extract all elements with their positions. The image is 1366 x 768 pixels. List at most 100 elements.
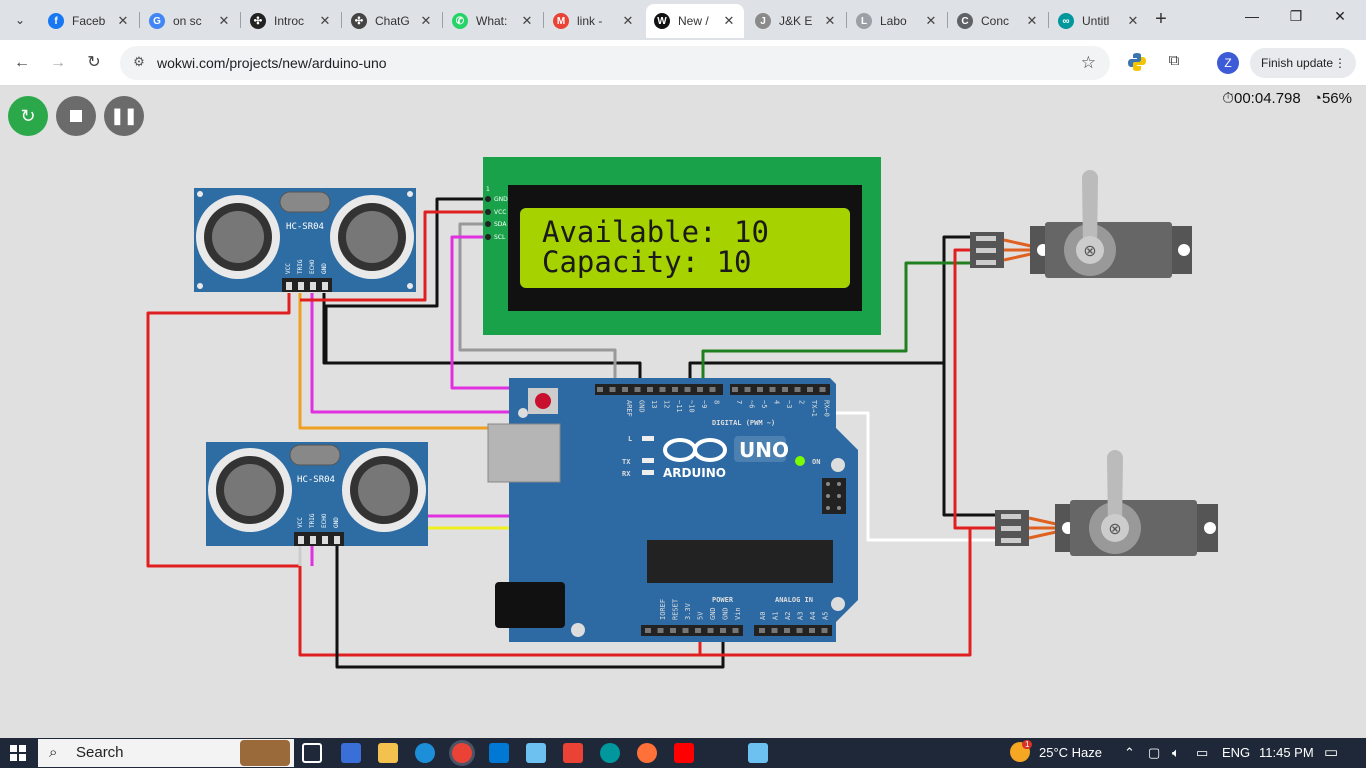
servo-motor-2[interactable]: ⊗: [995, 450, 1218, 556]
browser-tab[interactable]: L Labo ✕: [848, 4, 946, 38]
openai-icon: ✣: [351, 13, 367, 29]
arduino-uno-board[interactable]: DIGITAL (PWM ~) POWER ANALOG IN L TX RX …: [487, 378, 858, 642]
sensor2-pin-echo: ECHO: [321, 513, 328, 528]
weather-text[interactable]: 25°C Haze: [1039, 745, 1102, 760]
taskbar-search-box[interactable]: ⌕ Search: [38, 739, 294, 767]
gmail-icon[interactable]: [563, 743, 583, 763]
close-tab-icon[interactable]: ✕: [1126, 13, 1140, 29]
youtube-icon[interactable]: [674, 743, 694, 763]
servo1-screw-icon: ⊗: [1083, 243, 1096, 260]
extensions-puzzle-icon[interactable]: ⧉: [1163, 52, 1185, 74]
meet-now-icon[interactable]: ▢: [1148, 745, 1160, 761]
windows-start-icon[interactable]: [10, 745, 26, 761]
circuit-diagram: HC-SR04 VCC TRIG ECHO GND HC-SR04 VCC TR…: [146, 157, 1218, 669]
arduino-digital-pin-label: ~6: [748, 400, 756, 408]
browser-toolbar: ← → ↻ ⚙ wokwi.com/projects/new/arduino-u…: [0, 40, 1366, 86]
edge-icon[interactable]: [415, 743, 435, 763]
arduino-analog-pin-label: A5: [822, 612, 830, 620]
sensor1-pin-gnd: GND: [321, 263, 328, 274]
ultrasonic-sensor-2[interactable]: HC-SR04 VCC TRIG ECHO GND: [206, 442, 428, 546]
minimize-button[interactable]: —: [1240, 8, 1264, 32]
site-info-icon[interactable]: ⚙: [130, 54, 148, 72]
tab-separator: [947, 12, 948, 28]
url-text[interactable]: wokwi.com/projects/new/arduino-uno: [157, 55, 387, 71]
browser-tab[interactable]: Gon sc ✕: [141, 4, 239, 38]
lcd-pin-sda: SDA: [494, 221, 507, 228]
browser-tab[interactable]: ∞ Untitl ✕: [1050, 4, 1148, 38]
browser-tab[interactable]: ✣ Introc ✕: [242, 4, 340, 38]
language-indicator[interactable]: ENG: [1222, 745, 1250, 760]
browser-tab[interactable]: W New / ✕: [646, 4, 744, 38]
arduino-icon: ∞: [1058, 13, 1074, 29]
notifications-icon[interactable]: ▭: [1324, 743, 1338, 761]
close-tab-icon[interactable]: ✕: [621, 13, 635, 29]
led-l-label: L: [628, 435, 632, 443]
tab-separator: [846, 12, 847, 28]
kebab-menu-icon[interactable]: ⋮: [1334, 48, 1346, 78]
close-tab-icon[interactable]: ✕: [823, 13, 837, 29]
bookmark-star-icon[interactable]: ☆: [1081, 53, 1096, 73]
led-tx-label: TX: [622, 458, 631, 466]
close-tab-icon[interactable]: ✕: [1025, 13, 1039, 29]
close-tab-icon[interactable]: ✕: [722, 13, 736, 29]
arduino-digital-pin-label: TX→1: [810, 400, 818, 417]
lcd-line-1: Available: 10: [542, 215, 769, 249]
close-tab-icon[interactable]: ✕: [217, 13, 231, 29]
firefox-icon[interactable]: [637, 743, 657, 763]
arduino-digital-pin-label: ~9: [700, 400, 708, 408]
browser-tab[interactable]: C Conc ✕: [949, 4, 1047, 38]
volume-icon[interactable]: 🔈︎: [1172, 745, 1180, 761]
browser-tab[interactable]: ✣ ChatG ✕: [343, 4, 441, 38]
close-window-button[interactable]: ✕: [1328, 8, 1352, 32]
finish-update-button[interactable]: Finish update ⋮: [1250, 48, 1356, 78]
browser-tab[interactable]: Mlink - ✕: [545, 4, 643, 38]
close-tab-icon[interactable]: ✕: [318, 13, 332, 29]
chrome-icon[interactable]: [452, 743, 472, 763]
tab-title: Introc: [274, 14, 305, 28]
tab-search-chevron-icon[interactable]: ⌄: [6, 6, 34, 34]
close-tab-icon[interactable]: ✕: [924, 13, 938, 29]
browser-tab[interactable]: ✆ What: ✕: [444, 4, 542, 38]
battery-icon[interactable]: ▭: [1196, 745, 1208, 761]
app-icon[interactable]: [341, 743, 361, 763]
arduino-digital-pin-label: 8: [713, 400, 721, 404]
notepad-icon[interactable]: [526, 743, 546, 763]
reload-button[interactable]: ↻: [82, 51, 106, 75]
lcd-display[interactable]: Available: 10 Capacity: 10 1 GND VCC SDA…: [483, 157, 881, 335]
file-explorer-icon[interactable]: [378, 743, 398, 763]
task-view-icon[interactable]: [302, 743, 322, 763]
python-extension-icon[interactable]: [1126, 52, 1148, 74]
arduino-digital-pin-label: ~10: [688, 400, 696, 413]
close-tab-icon[interactable]: ✕: [520, 13, 534, 29]
store-icon[interactable]: [489, 743, 509, 763]
address-bar[interactable]: ⚙ wokwi.com/projects/new/arduino-uno ☆: [120, 46, 1110, 80]
arduino-digital-pin-label: ~5: [760, 400, 768, 408]
servo-motor-1[interactable]: ⊗: [970, 170, 1192, 278]
arduino-digital-pin-label: GND: [638, 400, 646, 413]
arduino-digital-pin-label: RX←0: [823, 400, 831, 417]
tray-overflow-icon[interactable]: ⌃: [1124, 745, 1135, 761]
wokwi-simulator-canvas[interactable]: ↻ ❚❚ ⏱00:04.798 ◔56% HC-SR04 VCC TRIG EC…: [0, 86, 1366, 738]
back-button[interactable]: ←: [10, 51, 34, 75]
ultrasonic-sensor-1[interactable]: HC-SR04 VCC TRIG ECHO GND: [194, 188, 416, 292]
clock[interactable]: 11:45 PM: [1259, 745, 1314, 760]
forward-button[interactable]: →: [46, 51, 70, 75]
tab-separator: [1048, 12, 1049, 28]
wire-servo2-gnd: [942, 363, 995, 517]
restore-button[interactable]: ❐: [1284, 8, 1308, 32]
arduino-icon[interactable]: [600, 743, 620, 763]
browser-tabstrip: ⌄ f Faceb ✕ Gon sc ✕ ✣ Introc ✕ ✣ ChatG ✕ ✆ What: ✕ Ml…: [0, 0, 1366, 40]
browser-tab[interactable]: f Faceb ✕: [40, 4, 138, 38]
profile-avatar[interactable]: Z: [1217, 52, 1239, 74]
arduino-power-pin-label: GND: [722, 607, 730, 620]
keyboard-icon[interactable]: [748, 743, 768, 763]
close-tab-icon[interactable]: ✕: [419, 13, 433, 29]
browser-tab[interactable]: J J&K E ✕: [747, 4, 845, 38]
close-tab-icon[interactable]: ✕: [116, 13, 130, 29]
arduino-power-pin-label: IOREF: [659, 599, 667, 620]
sensor1-pin-vcc: VCC: [285, 263, 292, 274]
power-led: [795, 456, 805, 466]
openai-icon: ✣: [250, 13, 266, 29]
tab-separator: [240, 12, 241, 28]
new-tab-button[interactable]: +: [1150, 8, 1172, 30]
